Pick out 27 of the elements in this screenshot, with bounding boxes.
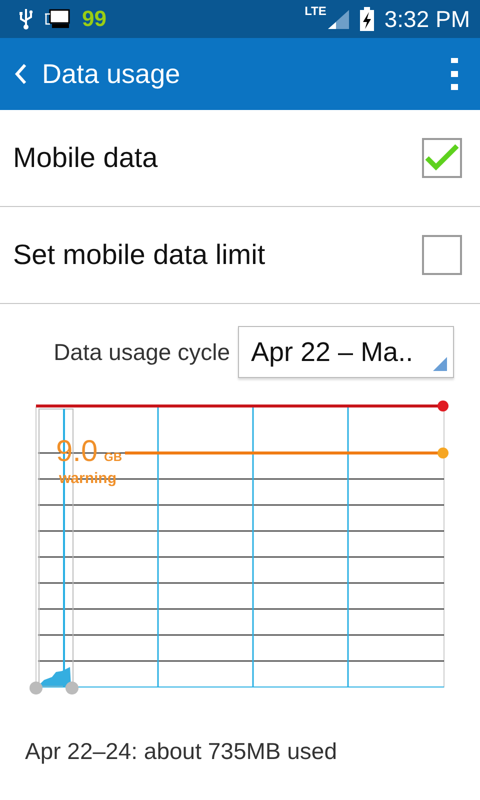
check-icon: [424, 143, 460, 173]
range-end-handle[interactable]: [66, 682, 78, 694]
usage-summary: Apr 22–24: about 735MB used: [24, 737, 338, 765]
cycle-label: Data usage cycle: [54, 338, 230, 366]
notification-count: 99: [82, 6, 106, 32]
limit-line[interactable]: [36, 400, 448, 412]
clock-time: 3:32 PM: [384, 6, 470, 32]
usage-area: [38, 667, 71, 686]
cycle-dropdown[interactable]: Apr 22 – Ma..: [238, 326, 454, 378]
usb-icon: [18, 8, 34, 30]
setting-label: Mobile data: [13, 142, 158, 174]
setting-row[interactable]: Set mobile data limit: [0, 207, 480, 304]
screen-title: Data usage: [42, 58, 182, 90]
checkbox[interactable]: [422, 138, 462, 178]
setting-row[interactable]: Mobile data: [0, 110, 480, 207]
signal-icon: [326, 8, 350, 30]
warning-unit: GB: [104, 450, 122, 464]
monitor-icon: [44, 8, 72, 30]
range-start-handle[interactable]: [30, 682, 42, 694]
battery-charging-icon: [360, 7, 374, 31]
checkbox[interactable]: [422, 235, 462, 275]
network-type: LTE: [304, 4, 326, 18]
warning-line[interactable]: [125, 448, 448, 458]
setting-label: Set mobile data limit: [13, 239, 266, 271]
back-icon: [14, 62, 28, 86]
dropdown-corner-icon: [433, 357, 447, 371]
more-options-icon: [450, 58, 460, 90]
